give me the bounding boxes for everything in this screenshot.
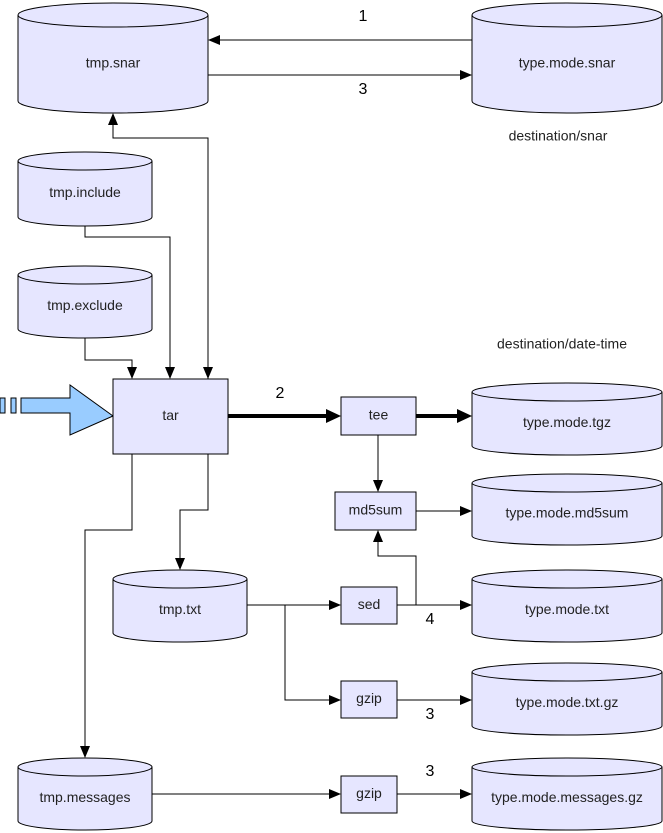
node-label: tmp.include [49,184,121,200]
step-label-2: 2 [276,385,285,402]
input-arrow-icon [0,384,115,436]
datastore-tmp-include: tmp.include [17,151,153,227]
node-label: gzip [356,785,382,801]
arrow-exclude-to-tar [84,338,137,379]
step-label-3-txt-gz: 3 [426,706,435,723]
node-label: tmp.messages [39,789,130,805]
node-label: type.mode.md5sum [506,505,629,521]
process-gzip-txt: gzip [340,680,398,719]
node-label: tar [162,407,179,423]
datastore-tmp-exclude: tmp.exclude [17,265,153,339]
datastore-tmp-snar: tmp.snar [17,2,209,114]
datastore-type-mode-md5sum: type.mode.md5sum [471,473,663,546]
datastore-type-mode-tgz: type.mode.tgz [471,382,663,456]
datastore-type-mode-txt: type.mode.txt [471,569,663,643]
destination-snar-label: destination/snar [509,128,608,144]
node-label: sed [358,596,381,612]
node-label: tee [369,407,389,423]
pipeline-diagram: tmp.snar type.mode.snar tmp.include tmp.exc… [0,2,663,831]
process-tar: tar [112,378,229,455]
datastore-type-mode-txt-gz: type.mode.txt.gz [471,662,663,736]
datastore-tmp-txt: tmp.txt [112,569,248,643]
destination-date-time-label: destination/date-time [497,336,627,352]
process-gzip-messages: gzip [340,775,398,814]
node-label: type.mode.txt.gz [516,694,619,710]
process-tee: tee [340,396,417,436]
node-label: tmp.exclude [47,297,123,313]
step-label-1: 1 [359,8,368,25]
node-label: md5sum [349,502,403,518]
node-label: tmp.snar [86,55,141,71]
node-label: gzip [356,690,382,706]
node-label: type.mode.messages.gz [491,789,643,805]
node-label: tmp.txt [159,601,201,617]
datastore-type-mode-messages-gz: type.mode.messages.gz [471,757,663,831]
step-label-3-snar: 3 [359,81,368,98]
arrow-tar-to-tmp-txt [175,454,209,570]
process-sed: sed [340,586,398,625]
step-label-4: 4 [426,611,435,628]
datastore-tmp-messages: tmp.messages [17,757,153,831]
process-md5sum: md5sum [334,491,417,531]
node-label: type.mode.txt [525,601,609,617]
node-label: type.mode.snar [519,55,616,71]
datastore-type-mode-snar: type.mode.snar [471,2,663,114]
arrow-tmp-txt-to-gzip [284,605,341,705]
step-label-3-messages: 3 [426,763,435,780]
node-label: type.mode.tgz [523,414,611,430]
